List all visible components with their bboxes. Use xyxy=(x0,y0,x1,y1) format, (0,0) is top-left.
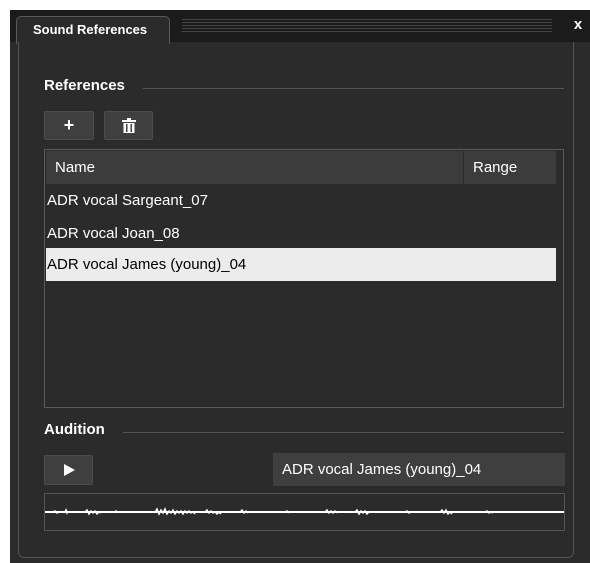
audition-reference-name: ADR vocal James (young)_04 xyxy=(273,453,565,486)
title-bar: Sound References x xyxy=(10,10,590,44)
close-button[interactable]: x xyxy=(570,16,586,34)
waveform-display[interactable] xyxy=(44,493,565,531)
delete-reference-button[interactable] xyxy=(104,111,153,140)
reference-row-selected[interactable]: ADR vocal James (young)_04 xyxy=(46,248,556,281)
column-header-name[interactable]: Name xyxy=(46,151,464,184)
list-header: Name Range xyxy=(46,151,556,184)
reference-row[interactable]: ADR vocal Sargeant_07 xyxy=(46,184,556,217)
column-header-range[interactable]: Range xyxy=(465,151,556,184)
references-divider xyxy=(143,88,564,89)
waveform-icon xyxy=(45,507,564,516)
play-button[interactable] xyxy=(44,455,93,485)
audition-section-title: Audition xyxy=(44,421,105,438)
play-icon xyxy=(63,464,75,476)
audition-divider xyxy=(123,432,564,433)
tab-sound-references[interactable]: Sound References xyxy=(16,16,170,44)
add-reference-button[interactable]: + xyxy=(44,111,94,140)
reference-row[interactable]: ADR vocal Joan_08 xyxy=(46,217,556,250)
sound-references-window: Sound References x References + Name Ran… xyxy=(10,10,590,563)
trash-icon xyxy=(121,117,136,133)
references-list[interactable]: Name Range ADR vocal Sargeant_07 ADR voc… xyxy=(44,149,564,408)
plus-icon: + xyxy=(63,115,75,135)
drag-grip[interactable] xyxy=(182,19,552,32)
references-section-title: References xyxy=(44,77,125,94)
